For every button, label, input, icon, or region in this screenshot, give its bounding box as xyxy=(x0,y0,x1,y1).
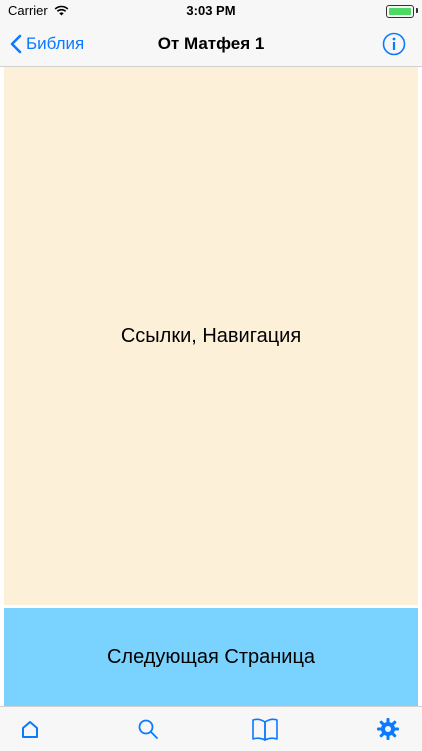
next-page-button[interactable]: Следующая Страница xyxy=(4,608,418,706)
status-bar: Carrier 3:03 PM xyxy=(0,0,422,22)
tab-bar xyxy=(0,706,422,751)
tab-home[interactable] xyxy=(0,707,60,751)
book-icon xyxy=(252,718,278,741)
search-icon xyxy=(138,719,158,739)
home-icon xyxy=(22,721,38,738)
battery-fill xyxy=(389,8,411,15)
content-area: Ссылки, Навигация xyxy=(4,67,418,605)
page-title: От Матфея 1 xyxy=(157,34,265,53)
tab-search[interactable] xyxy=(118,707,178,751)
tab-books[interactable] xyxy=(235,707,295,751)
battery-cap xyxy=(416,8,418,13)
tab-settings[interactable] xyxy=(358,707,418,751)
navigation-bar: Библия От Матфея 1 xyxy=(0,22,422,67)
status-time: 3:03 PM xyxy=(186,3,236,18)
gear-icon xyxy=(377,718,399,740)
content-text: Ссылки, Навигация xyxy=(120,325,302,347)
next-page-label: Следующая Страница xyxy=(106,646,316,668)
battery-icon xyxy=(386,5,414,18)
info-icon[interactable] xyxy=(382,32,406,56)
